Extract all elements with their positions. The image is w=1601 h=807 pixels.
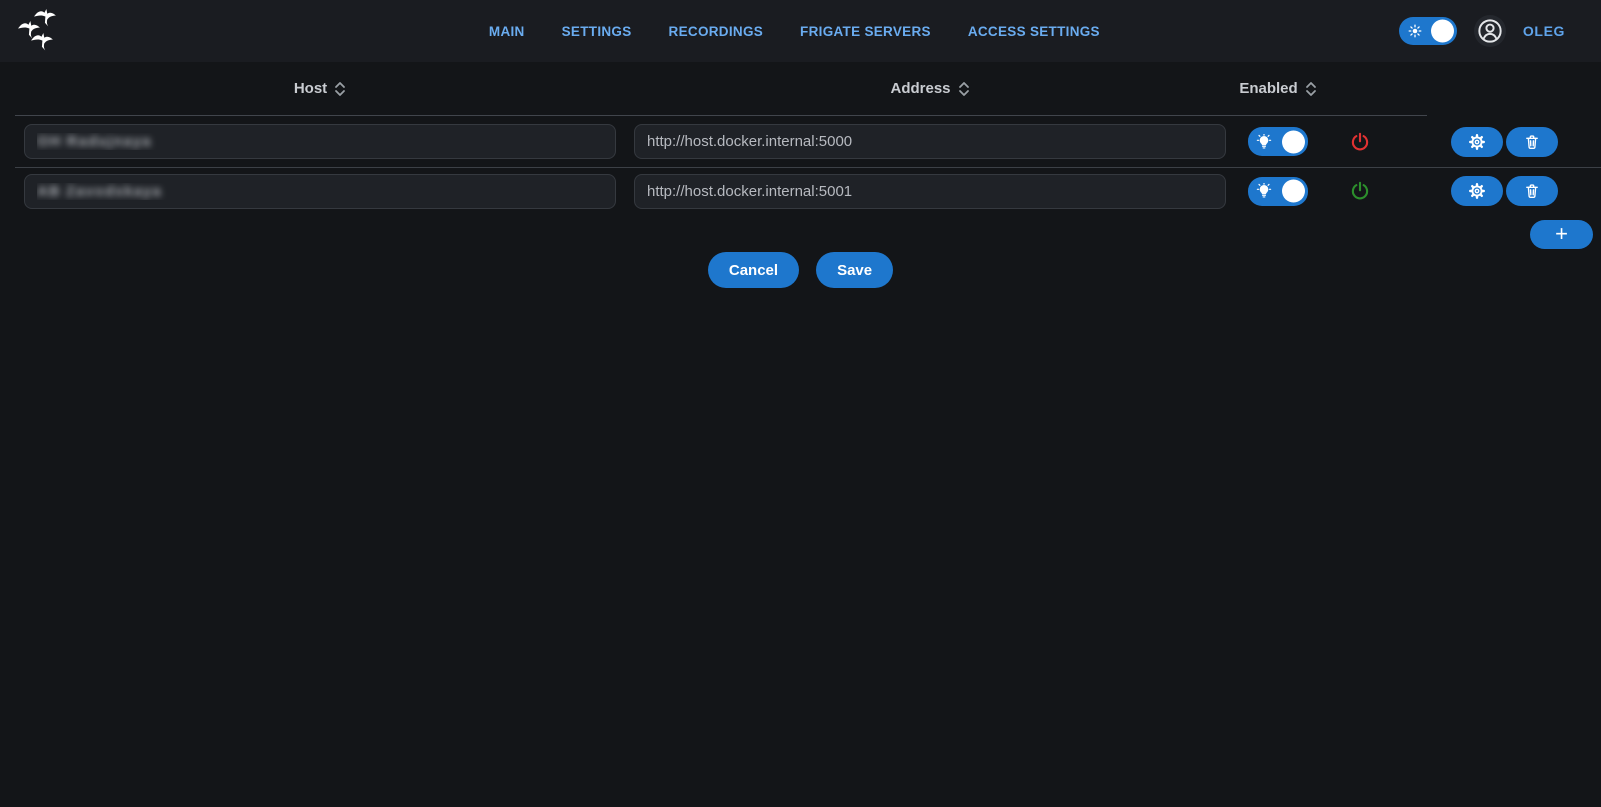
app-logo[interactable] xyxy=(18,8,60,54)
navbar-right-group: OLEG xyxy=(1399,15,1565,47)
address-input[interactable] xyxy=(634,124,1226,159)
nav-link-access-settings[interactable]: ACCESS SETTINGS xyxy=(968,24,1100,39)
theme-toggle-knob xyxy=(1431,20,1454,43)
sort-icon xyxy=(334,81,346,97)
enabled-header-label: Enabled xyxy=(1239,80,1297,97)
server-settings-button[interactable] xyxy=(1451,176,1503,206)
column-header-host[interactable]: Host xyxy=(24,80,616,97)
person-circle-icon xyxy=(1478,19,1502,43)
address-header-label: Address xyxy=(890,80,950,97)
sort-icon xyxy=(958,81,970,97)
nav-link-frigate-servers[interactable]: FRIGATE SERVERS xyxy=(800,24,931,39)
host-input[interactable] xyxy=(24,174,616,209)
sort-icon xyxy=(1305,81,1317,97)
sun-icon xyxy=(1407,23,1423,39)
table-header-row: Host Address Enabled xyxy=(0,62,1601,115)
server-settings-button[interactable] xyxy=(1451,127,1503,157)
user-menu-button[interactable] xyxy=(1474,15,1506,47)
add-row-container: + xyxy=(0,220,1601,249)
server-delete-button[interactable] xyxy=(1506,127,1558,157)
lightbulb-icon xyxy=(1256,134,1272,150)
theme-toggle[interactable] xyxy=(1399,17,1457,45)
enabled-toggle[interactable] xyxy=(1248,177,1308,206)
frigate-birds-logo-icon xyxy=(18,8,60,54)
main-nav: MAIN SETTINGS RECORDINGS FRIGATE SERVERS… xyxy=(489,0,1100,62)
address-input[interactable] xyxy=(634,174,1226,209)
column-header-enabled[interactable]: Enabled xyxy=(1226,80,1330,97)
lightbulb-icon xyxy=(1256,183,1272,199)
add-server-button[interactable]: + xyxy=(1530,220,1593,249)
form-actions: Cancel Save xyxy=(0,252,1601,288)
gear-icon xyxy=(1469,183,1485,199)
trash-icon xyxy=(1524,183,1540,199)
column-header-address[interactable]: Address xyxy=(634,80,1226,97)
enabled-toggle-knob xyxy=(1282,130,1305,153)
save-button[interactable]: Save xyxy=(816,252,893,288)
server-row xyxy=(0,116,1601,167)
power-status-icon xyxy=(1350,132,1370,152)
enabled-toggle[interactable] xyxy=(1248,127,1308,156)
username-label: OLEG xyxy=(1523,23,1565,39)
power-status-icon xyxy=(1350,181,1370,201)
nav-link-recordings[interactable]: RECORDINGS xyxy=(669,24,764,39)
host-header-label: Host xyxy=(294,80,327,97)
trash-icon xyxy=(1524,134,1540,150)
top-navbar: MAIN SETTINGS RECORDINGS FRIGATE SERVERS… xyxy=(0,0,1601,62)
cancel-button[interactable]: Cancel xyxy=(708,252,799,288)
server-delete-button[interactable] xyxy=(1506,176,1558,206)
nav-link-main[interactable]: MAIN xyxy=(489,24,525,39)
servers-table: Host Address Enabled xyxy=(0,62,1601,288)
server-row xyxy=(0,168,1601,214)
enabled-toggle-knob xyxy=(1282,180,1305,203)
nav-link-settings[interactable]: SETTINGS xyxy=(562,24,632,39)
host-input[interactable] xyxy=(24,124,616,159)
gear-icon xyxy=(1469,134,1485,150)
